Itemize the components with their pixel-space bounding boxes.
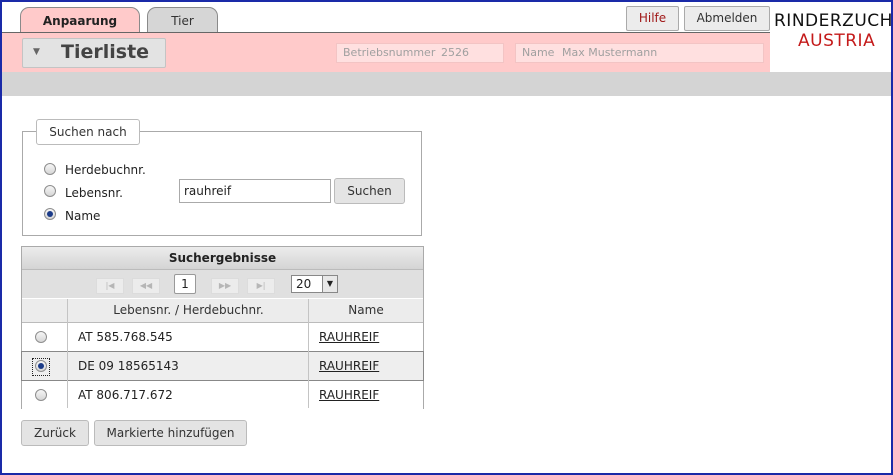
row-radio[interactable] [35,360,47,372]
page-title: Tierliste [61,41,150,63]
row-name-link[interactable]: RAUHREIF [319,359,379,373]
page-title-menu[interactable]: ▼ Tierliste [22,38,166,68]
betriebsnummer-field: Betriebsnummer 2526 [336,43,504,63]
logo-austria: AUSTRIA [798,31,876,51]
triangle-down-icon: ▼ [33,47,40,57]
name-value: Max Mustermann [562,46,658,59]
last-page-icon[interactable]: ▶| [247,278,275,294]
search-input[interactable] [179,179,331,203]
table-row[interactable]: AT 806.717.672 RAUHREIF [22,381,423,409]
row-radio[interactable] [35,389,47,401]
search-legend: Suchen nach [36,119,140,145]
row-name-link[interactable]: RAUHREIF [319,330,379,344]
column-header-name[interactable]: Name [309,299,423,322]
radio-herdebuchnr[interactable] [44,163,56,175]
radio-name[interactable] [44,208,56,220]
row-name-link[interactable]: RAUHREIF [319,388,379,402]
add-selected-button[interactable]: Markierte hinzufügen [94,420,247,446]
toolbar-band [0,72,893,96]
page-size-value: 20 [296,277,312,291]
search-button[interactable]: Suchen [334,178,405,204]
table-row-selected[interactable]: DE 09 18565143 RAUHREIF [21,351,424,381]
pager: |◀ ◀◀ 1 ▶▶ ▶| 20 ▼ [22,270,423,298]
betriebsnummer-label: Betriebsnummer [343,46,436,59]
back-button[interactable]: Zurück [21,420,89,446]
results-column-header: Lebensnr. / Herdebuchnr. Name [22,299,423,323]
radio-lebensnr[interactable] [44,185,56,197]
results-title: Suchergebnisse [22,247,423,270]
name-field: Name Max Mustermann [515,43,764,63]
chevron-down-icon[interactable]: ▼ [322,276,337,292]
help-button[interactable]: Hilfe [626,6,679,31]
logo-rinderzucht: RINDERZUCHT [774,11,893,31]
prev-page-icon[interactable]: ◀◀ [132,278,160,294]
page-size-select[interactable]: 20 ▼ [291,275,338,293]
column-divider [67,299,68,408]
row-lebensnr: DE 09 18565143 [78,359,179,373]
page-number[interactable]: 1 [174,274,196,294]
tab-tier[interactable]: Tier [147,7,218,32]
row-lebensnr: AT 585.768.545 [78,330,173,344]
radio-label-lebensnr: Lebensnr. [65,186,123,200]
radio-label-herdebuchnr: Herdebuchnr. [65,163,146,177]
column-divider [308,299,309,408]
name-label: Name [522,46,555,59]
column-header-lebensnr[interactable]: Lebensnr. / Herdebuchnr. [68,299,309,322]
first-page-icon[interactable]: |◀ [96,278,124,294]
row-lebensnr: AT 806.717.672 [78,388,173,402]
results-panel: Suchergebnisse |◀ ◀◀ 1 ▶▶ ▶| 20 ▼ Lebens… [21,246,424,409]
row-radio[interactable] [35,331,47,343]
radio-label-name: Name [65,209,101,223]
tab-anpaarung[interactable]: Anpaarung [20,7,140,34]
next-page-icon[interactable]: ▶▶ [211,278,239,294]
betriebsnummer-value: 2526 [441,46,469,59]
table-row[interactable]: AT 585.768.545 RAUHREIF [22,323,423,352]
logout-button[interactable]: Abmelden [684,6,770,31]
